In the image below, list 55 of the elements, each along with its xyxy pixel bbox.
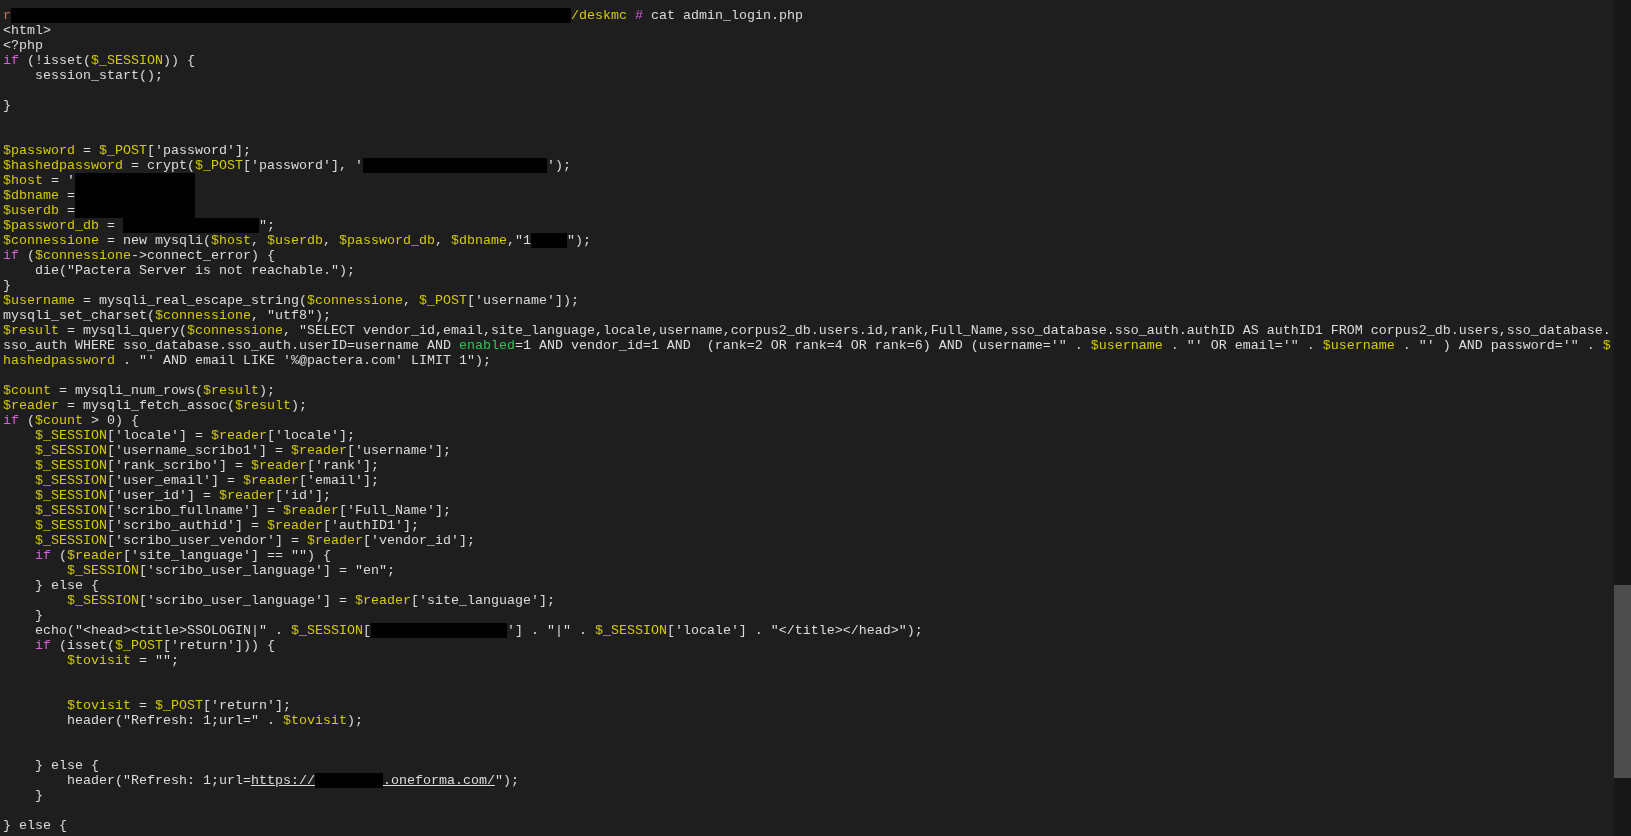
code-line: $_SESSION['scribo_user_vendor'] = $reader['vendor_id']; [34, 533, 475, 548]
code-line: if (isset($_POST['return'])) { [34, 638, 275, 653]
code-line: $_SESSION['scribo_fullname'] = $reader['Full_Name']; [34, 503, 451, 518]
code-line: $reader = mysqli_fetch_assoc($result); [3, 398, 307, 413]
code-text: r [3, 8, 11, 23]
code-text: $host = ' [3, 173, 75, 188]
code-text: /deskmc # cat admin_login.php [571, 8, 803, 23]
code-line: if ($connessione->connect_error) { [3, 248, 275, 263]
redaction-bar [530, 233, 567, 248]
code-line: $password = $_POST['password']; [3, 143, 251, 158]
code-text: header("Refresh: 1;url=https:// [66, 773, 315, 788]
code-text: $hashedpassword = crypt($_POST['password'], ' [3, 158, 363, 173]
code-line: $username = mysqli_real_escape_string($connessione, $_POST['username']); [3, 293, 579, 308]
code-text: .oneforma.com/"); [382, 773, 519, 788]
code-text: "; [259, 218, 275, 233]
code-line: hashedpassword . "' AND email LIKE '%@pactera.com' LIMIT 1"); [3, 353, 491, 368]
code-text: $password_db = [3, 218, 116, 233]
code-line: } [3, 278, 11, 293]
code-line: if ($count > 0) { [3, 413, 139, 428]
code-text: $userdb = [3, 203, 75, 218]
code-line: $_SESSION['scribo_user_language'] = "en"; [66, 563, 395, 578]
code-line: sso_auth WHERE sso_database.sso_auth.userID=username AND enabled=1 AND vendor_id=1 AND (rank=2 OR rank=4 OR rank=6) AND (username='" . $username . "' OR email='" . $username . "' ) AND password='" . $ [3, 338, 1611, 353]
code-text: echo("<head><title>SSOLOGIN|" . $_SESSION[ [34, 623, 371, 638]
redaction-bar [314, 773, 383, 788]
code-line: <html> [3, 23, 51, 38]
code-line: session_start(); [34, 68, 163, 83]
code-line: } [34, 608, 43, 623]
code-line: $_SESSION['scribo_user_language'] = $reader['site_language']; [66, 593, 555, 608]
code-line: $_SESSION['user_email'] = $reader['email']; [34, 473, 379, 488]
code-text: $connessione = new mysqli($host, $userdb, $password_db, $dbname,"1 [3, 233, 531, 248]
code-line: } [34, 788, 43, 803]
code-text: '); [546, 158, 571, 173]
code-line: $tovisit = $_POST['return']; [66, 698, 291, 713]
code-line: header("Refresh: 1;url=" . $tovisit); [66, 713, 363, 728]
code-line: $_SESSION['username_scribo1'] = $reader['username']; [34, 443, 451, 458]
code-line: $_SESSION['user_id'] = $reader['id']; [34, 488, 331, 503]
code-line: } else { [34, 578, 99, 593]
code-line: } else { [34, 758, 99, 773]
code-line: if ($reader['site_language'] == "") { [34, 548, 331, 563]
code-line: <?php [3, 38, 43, 53]
code-line: $_SESSION['locale'] = $reader['locale']; [34, 428, 355, 443]
code-line: $result = mysqli_query($connessione, "SELECT vendor_id,email,site_language,locale,username,corpus2_db.users.id,rank,Full_Name,sso_database.sso_auth.authID AS authID1 FROM corpus2_db.users,sso_database. [3, 323, 1611, 338]
code-line: $count = mysqli_num_rows($result); [3, 383, 275, 398]
scrollbar-thumb[interactable] [1614, 585, 1631, 778]
code-text: $dbname = [3, 188, 75, 203]
code-text: '] . "|" . $_SESSION['locale'] . "</title></head>"); [506, 623, 923, 638]
code-line: if (!isset($_SESSION)) { [3, 53, 195, 68]
code-line: $_SESSION['rank_scribo'] = $reader['rank']; [34, 458, 379, 473]
code-line: $tovisit = ""; [66, 653, 179, 668]
code-line: mysqli_set_charset($connessione, "utf8"); [3, 308, 331, 323]
code-text: "); [566, 233, 591, 248]
code-line: } else { [3, 818, 67, 833]
code-line: } [3, 98, 11, 113]
code-line: die("Pactera Server is not reachable."); [34, 263, 355, 278]
code-line: $_SESSION['scribo_authid'] = $reader['authID1']; [34, 518, 419, 533]
